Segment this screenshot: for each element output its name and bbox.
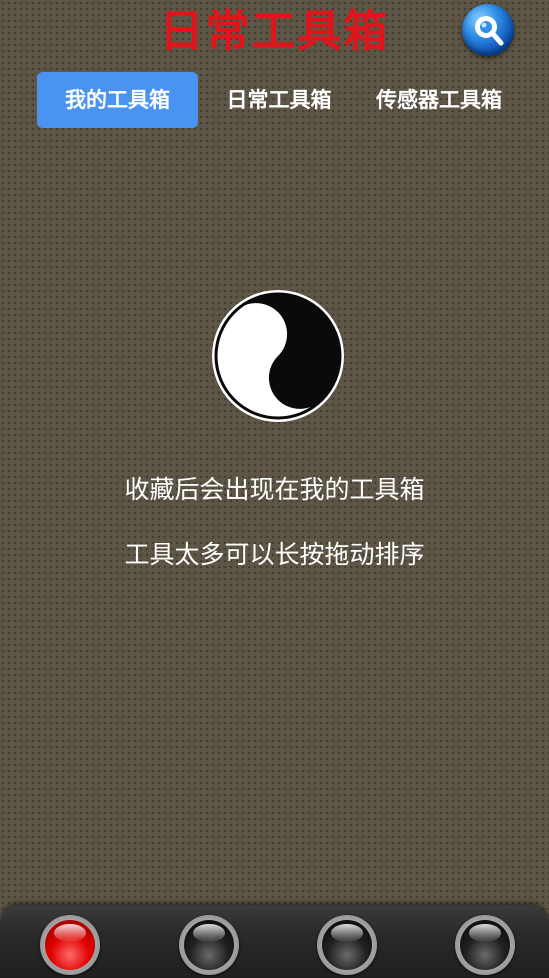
tab-my-toolbox[interactable]: 我的工具箱 [37, 72, 198, 128]
hint-drag-sort: 工具太多可以长按拖动排序 [124, 540, 425, 569]
bottom-nav-bar [0, 905, 549, 978]
tab-daily-toolbox[interactable]: 日常工具箱 [208, 72, 350, 128]
bottom-nav-button-3[interactable] [317, 915, 377, 975]
search-button[interactable] [462, 4, 514, 56]
yin-yang-icon [212, 290, 344, 422]
bottom-nav-button-1[interactable] [40, 915, 100, 975]
bottom-nav-button-2[interactable] [179, 915, 239, 975]
bottom-nav-button-4[interactable] [455, 915, 515, 975]
search-icon [475, 16, 504, 46]
hint-favorites: 收藏后会出现在我的工具箱 [124, 475, 425, 504]
tab-bar: 我的工具箱 日常工具箱 传感器工具箱 [0, 72, 549, 128]
tab-sensor-toolbox[interactable]: 传感器工具箱 [360, 72, 518, 128]
